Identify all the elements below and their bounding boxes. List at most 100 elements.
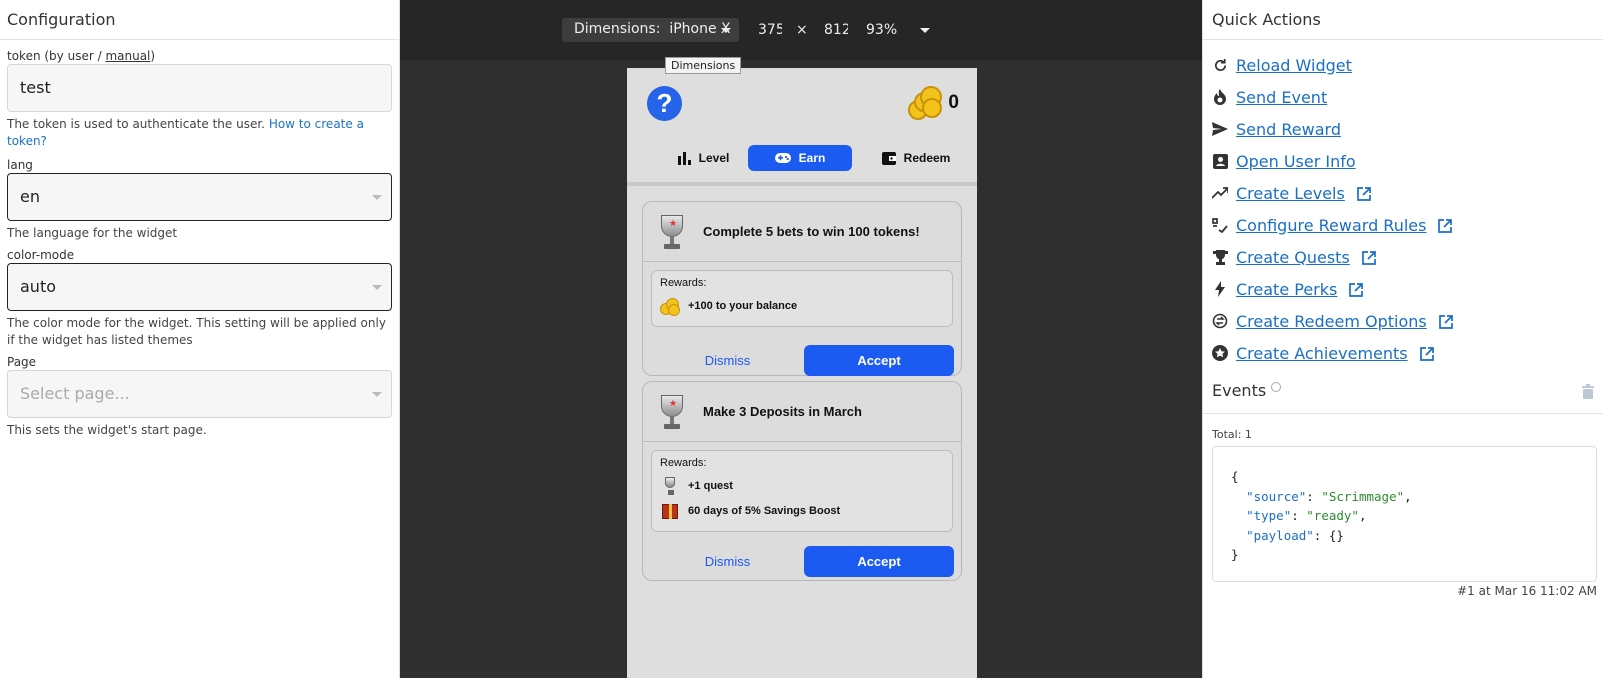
device-toolbar: Dimensions: iPhone X 375 × 812 93%	[400, 0, 1202, 60]
user-card-icon	[1212, 153, 1228, 169]
create-levels-action[interactable]: Create Levels	[1203, 177, 1603, 209]
help-button[interactable]: ?	[647, 86, 682, 121]
tabs-divider	[627, 182, 977, 186]
trophy-icon	[660, 476, 680, 496]
page-label: Page	[7, 355, 37, 369]
preview-area: Dimensions: iPhone X 375 × 812 93% Dimen…	[400, 0, 1202, 678]
send-event-link[interactable]: Send Event	[1236, 88, 1327, 107]
quest-actions: Dismiss Accept	[643, 336, 961, 384]
quest-actions: Dismiss Accept	[643, 537, 961, 585]
lang-hint: The language for the widget	[7, 226, 178, 240]
balance: 0	[906, 86, 959, 120]
create-levels-link[interactable]: Create Levels	[1236, 184, 1345, 203]
trash-icon[interactable]	[1582, 384, 1594, 403]
dismiss-button[interactable]: Dismiss	[651, 353, 804, 368]
rewards-label: Rewards:	[660, 277, 707, 289]
token-label-suffix: )	[150, 49, 156, 63]
dimensions-select[interactable]: Dimensions: iPhone X	[562, 18, 739, 42]
create-quests-action[interactable]: Create Quests	[1203, 241, 1603, 273]
quest-title: Complete 5 bets to win 100 tokens!	[703, 224, 920, 239]
external-link-icon	[1438, 314, 1453, 329]
trophy-icon: ★	[655, 213, 689, 251]
page-hint: This sets the widget's start page.	[7, 423, 207, 437]
configuration-title: Configuration	[0, 0, 399, 40]
create-achievements-link[interactable]: Create Achievements	[1236, 344, 1408, 363]
rules-icon	[1212, 217, 1228, 233]
create-quests-link[interactable]: Create Quests	[1236, 248, 1350, 267]
configure-reward-rules-action[interactable]: Configure Reward Rules	[1203, 209, 1603, 241]
gamepad-icon	[774, 153, 791, 163]
open-user-info-link[interactable]: Open User Info	[1236, 152, 1356, 171]
tab-level[interactable]: Level	[663, 145, 743, 171]
times-separator: ×	[796, 22, 808, 38]
quest-title: Make 3 Deposits in March	[703, 404, 862, 419]
width-input[interactable]: 375	[758, 18, 782, 42]
reload-widget-link[interactable]: Reload Widget	[1236, 56, 1352, 75]
token-label: token (by user / manual)	[0, 48, 399, 64]
external-link-icon	[1349, 282, 1364, 297]
chevron-down-icon	[372, 195, 382, 200]
quest-card: ★ Complete 5 bets to win 100 tokens! Rew…	[642, 201, 962, 376]
code-line: }	[1231, 547, 1239, 562]
external-link-icon	[1419, 346, 1434, 361]
lang-select[interactable]: en	[7, 173, 392, 221]
info-icon	[1271, 382, 1282, 392]
quick-actions-panel: Quick Actions Reload Widget Send Event S…	[1202, 0, 1603, 678]
widget-tabs: Level Earn Redeem	[627, 142, 977, 184]
code-line: {	[1231, 469, 1239, 484]
page-placeholder: Select page...	[20, 384, 130, 403]
create-perks-action[interactable]: Create Perks	[1203, 273, 1603, 305]
tab-earn[interactable]: Earn	[748, 145, 852, 171]
lang-label: lang	[7, 158, 33, 172]
token-hint-text: The token is used to authenticate the us…	[7, 117, 265, 131]
create-achievements-action[interactable]: Create Achievements	[1203, 337, 1603, 369]
tab-level-label: Level	[698, 151, 730, 165]
reload-widget-action[interactable]: Reload Widget	[1203, 49, 1603, 81]
chevron-down-icon	[372, 392, 382, 397]
tab-redeem[interactable]: Redeem	[863, 145, 969, 171]
star-badge-icon	[1212, 345, 1228, 361]
send-reward-link[interactable]: Send Reward	[1236, 120, 1341, 139]
height-input[interactable]: 812	[824, 18, 848, 42]
reward-text: +1 quest	[688, 480, 733, 492]
send-event-action[interactable]: Send Event	[1203, 81, 1603, 113]
create-perks-link[interactable]: Create Perks	[1236, 280, 1337, 299]
reward-item: 60 days of 5% Savings Boost	[660, 500, 944, 522]
configure-reward-rules-link[interactable]: Configure Reward Rules	[1236, 216, 1426, 235]
gift-icon	[660, 501, 680, 521]
open-user-info-action[interactable]: Open User Info	[1203, 145, 1603, 177]
reward-text: 60 days of 5% Savings Boost	[688, 505, 841, 517]
token-hint: The token is used to authenticate the us…	[0, 112, 399, 150]
dimensions-label: Dimensions:	[574, 21, 661, 37]
rewards-label: Rewards:	[660, 457, 707, 469]
color-mode-select[interactable]: auto	[7, 263, 392, 311]
dismiss-button[interactable]: Dismiss	[651, 554, 804, 569]
zoom-select[interactable]: 93%	[866, 18, 930, 42]
quest-card: ★ Make 3 Deposits in March Rewards: +1 q…	[642, 381, 962, 581]
send-icon	[1212, 121, 1228, 137]
token-input[interactable]: test	[7, 64, 392, 112]
configuration-panel: Configuration token (by user / manual) t…	[0, 0, 400, 678]
zoom-value: 93%	[866, 22, 898, 38]
send-reward-action[interactable]: Send Reward	[1203, 113, 1603, 145]
accept-button[interactable]: Accept	[803, 344, 954, 376]
color-mode-hint: The color mode for the widget. This sett…	[7, 316, 386, 347]
code-line: "payload": {}	[1246, 527, 1344, 543]
manual-link[interactable]: manual	[105, 49, 150, 63]
events-header: Events	[1203, 374, 1603, 414]
dimensions-tooltip: Dimensions	[665, 57, 742, 74]
rewards-box: Rewards: +100 to your balance	[651, 270, 953, 327]
create-redeem-options-action[interactable]: Create Redeem Options	[1203, 305, 1603, 337]
trending-up-icon	[1212, 185, 1228, 201]
chevron-down-icon	[721, 28, 731, 33]
trophy-icon: ★	[655, 393, 689, 431]
create-redeem-options-link[interactable]: Create Redeem Options	[1236, 312, 1427, 331]
external-link-icon	[1361, 250, 1376, 265]
tab-redeem-label: Redeem	[903, 151, 951, 165]
exchange-icon	[1212, 313, 1228, 329]
accept-button[interactable]: Accept	[803, 545, 954, 577]
code-line: "source": "Scrimmage",	[1246, 488, 1412, 504]
page-select[interactable]: Select page...	[7, 370, 392, 418]
reload-icon	[1212, 57, 1228, 73]
bar-chart-icon	[677, 151, 691, 165]
